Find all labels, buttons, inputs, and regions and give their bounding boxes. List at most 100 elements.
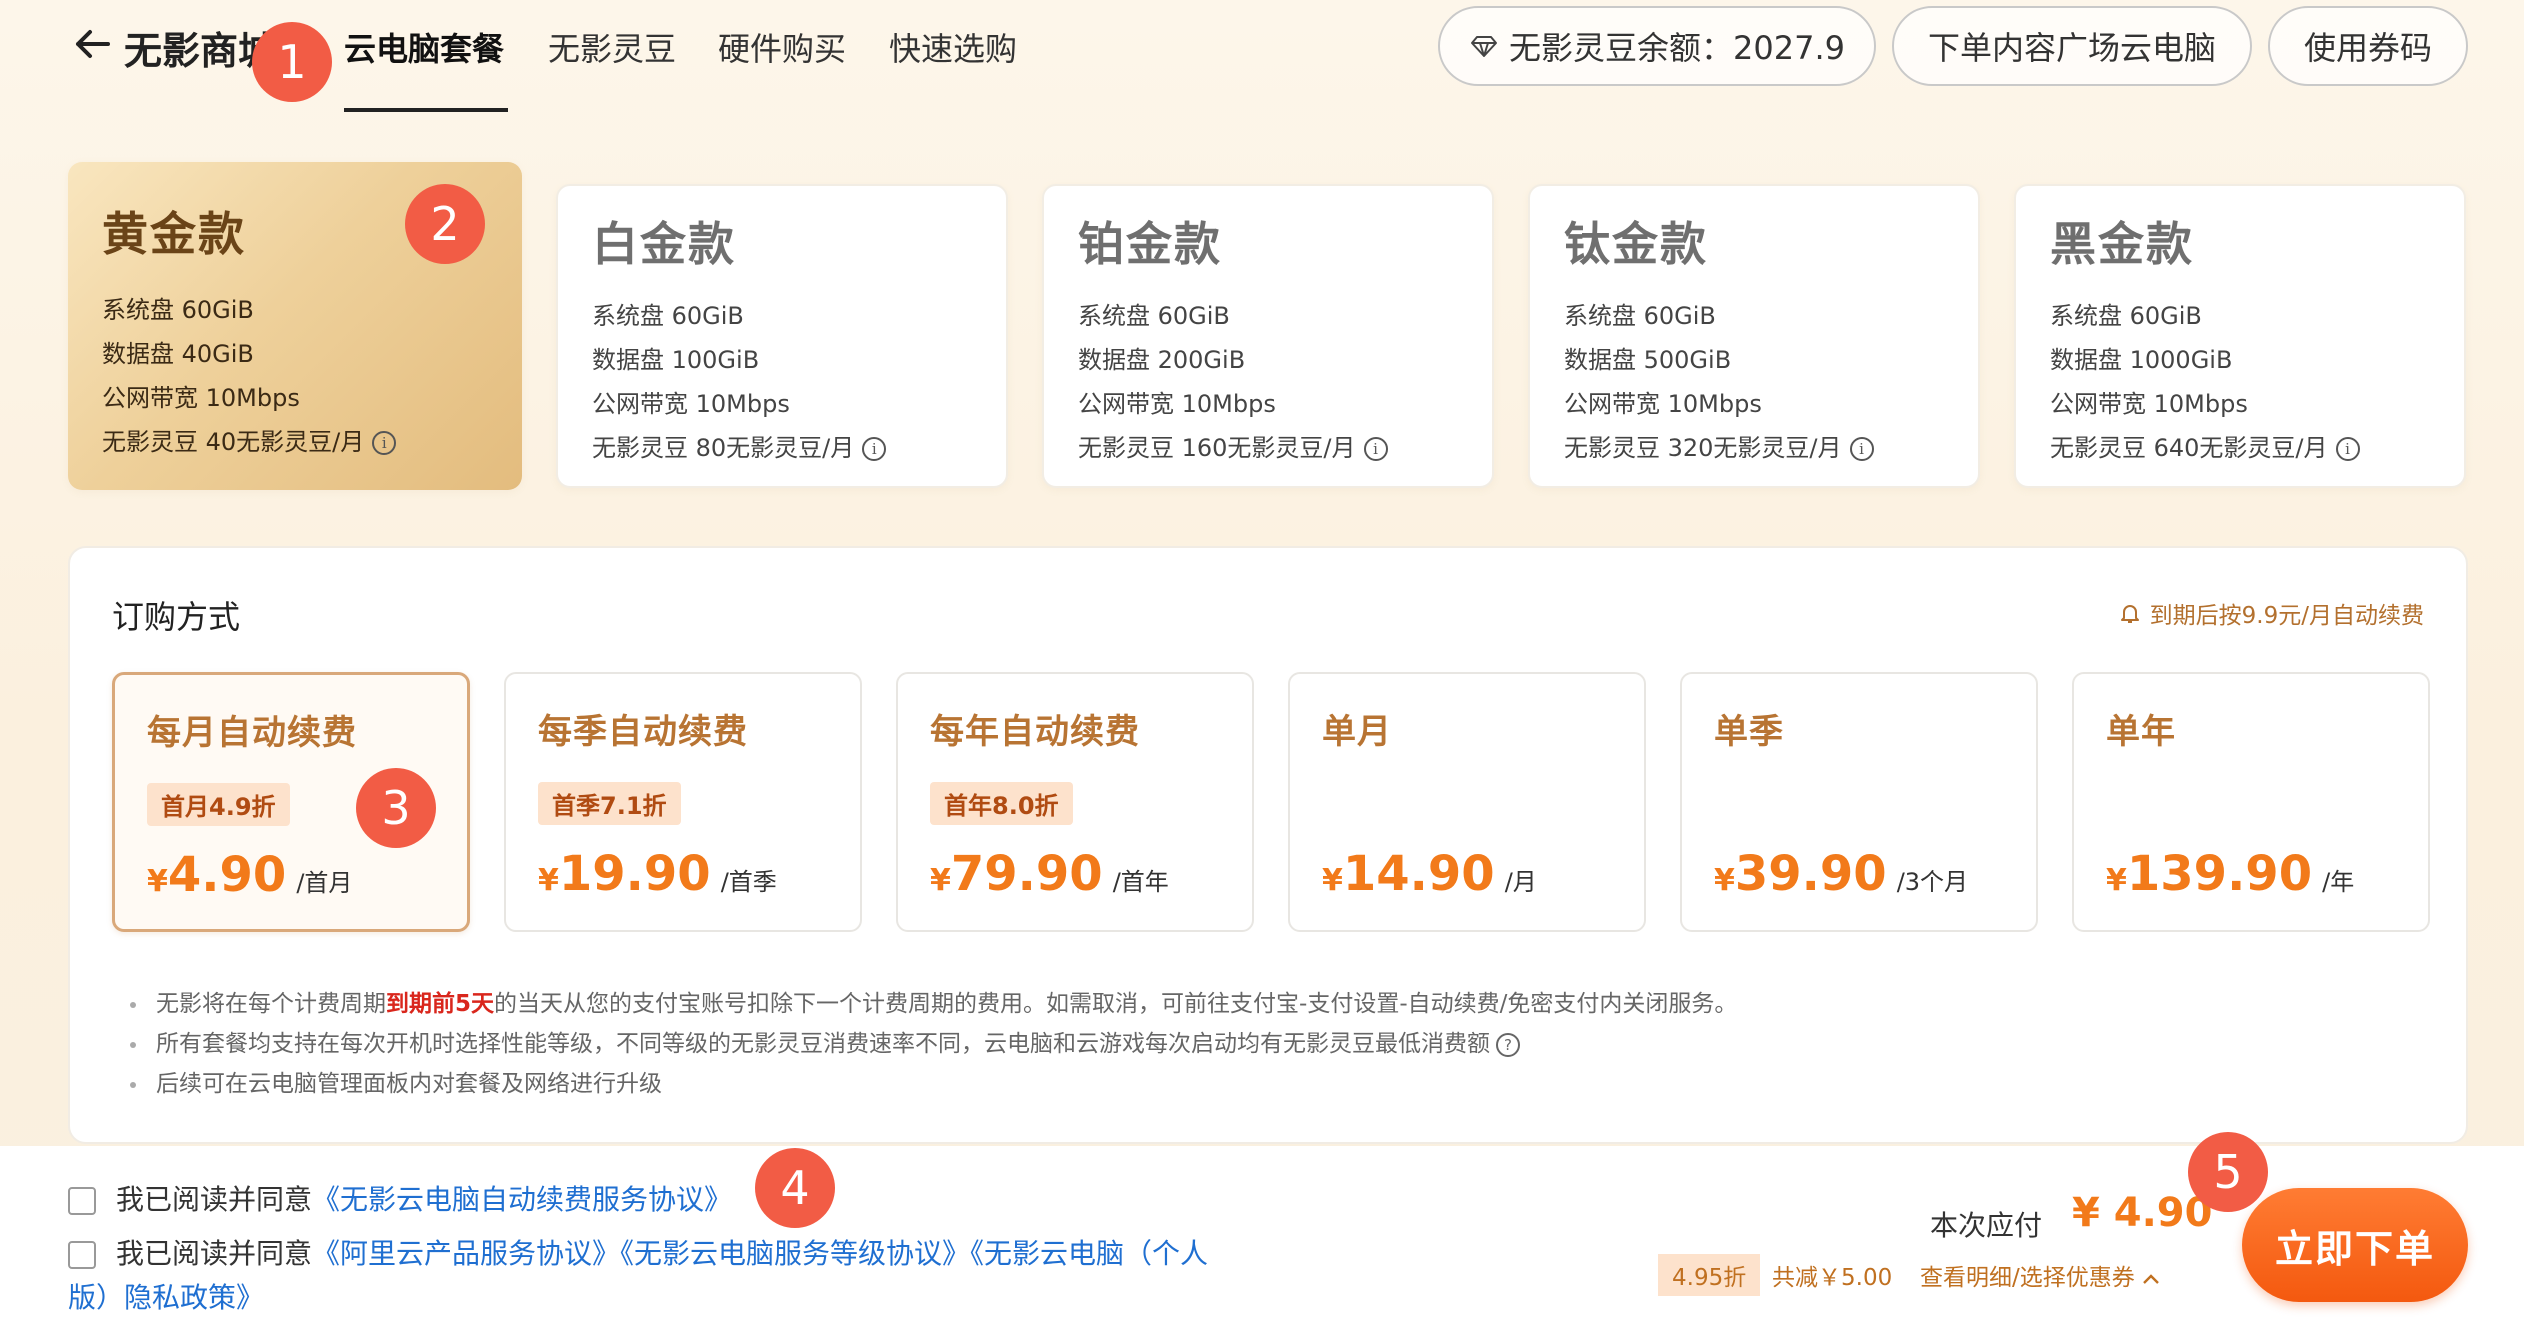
option-price: ¥4.90/首月 bbox=[147, 847, 352, 903]
bean-balance-pill[interactable]: 无影灵豆余额：2027.9 bbox=[1438, 6, 1876, 86]
price-value: 4.90 bbox=[167, 847, 287, 903]
subscription-panel: 订购方式 到期后按9.9元/月自动续费 每月自动续费 首月4.9折 ¥4.90/… bbox=[68, 546, 2468, 1144]
price-unit: /3个月 bbox=[1896, 868, 1969, 896]
tab-hardware-purchase[interactable]: 硬件购买 bbox=[718, 24, 846, 70]
currency-symbol: ¥ bbox=[147, 864, 168, 899]
auto-renew-text: 到期后按9.9元/月自动续费 bbox=[2149, 603, 2424, 629]
chevron-up-icon bbox=[2142, 1273, 2159, 1284]
auto-renew-agreement-link[interactable]: 《无影云电脑自动续费服务协议》 bbox=[312, 1183, 732, 1216]
option-price: ¥14.90/月 bbox=[1322, 846, 1537, 902]
plan-name: 黑金款 bbox=[2050, 217, 2194, 271]
amount-due-value: ¥ 4.90 bbox=[2072, 1190, 2213, 1236]
discount-tag: 首月4.9折 bbox=[147, 783, 290, 826]
step-badge-4: 4 bbox=[755, 1148, 835, 1228]
plan-beans-row: 无影灵豆 160无影灵豆/月 i bbox=[1078, 426, 1458, 470]
info-icon[interactable]: i bbox=[1849, 437, 1874, 461]
option-single-month[interactable]: 单月 ¥14.90/月 bbox=[1288, 672, 1646, 932]
plan-card-palladium[interactable]: 铂金款 系统盘 60GiB 数据盘 200GiB 公网带宽 10Mbps 无影灵… bbox=[1042, 184, 1494, 488]
currency-symbol: ¥ bbox=[930, 863, 951, 898]
note-text: 的当天从您的支付宝账号扣除下一个计费周期的费用。如需取消，可前往支付宝-支付设置… bbox=[494, 991, 1738, 1017]
currency-symbol: ¥ bbox=[538, 863, 559, 898]
currency-symbol: ¥ bbox=[1714, 863, 1735, 898]
agreement-row-2: 我已阅读并同意《阿里云产品服务协议》《无影云电脑服务等级协议》《无影云电脑（个人 bbox=[68, 1232, 1208, 1272]
price-unit: /年 bbox=[2322, 868, 2355, 896]
option-price: ¥19.90/首季 bbox=[538, 846, 777, 902]
option-single-quarter[interactable]: 单季 ¥39.90/3个月 bbox=[1680, 672, 2038, 932]
plan-name: 钛金款 bbox=[1564, 217, 1708, 271]
option-name: 单季 bbox=[1714, 712, 1784, 752]
plan-system-disk: 系统盘 60GiB bbox=[1564, 302, 1716, 330]
price-value: 79.90 bbox=[950, 846, 1103, 902]
plan-data-disk: 数据盘 40GiB bbox=[102, 340, 254, 368]
agree-checkbox-2[interactable] bbox=[68, 1241, 96, 1269]
plan-data-disk: 数据盘 1000GiB bbox=[2050, 346, 2233, 374]
note-text: 所有套餐均支持在每次开机时选择性能等级，不同等级的无影灵豆消费速率不同，云电脑和… bbox=[156, 1031, 1490, 1057]
price-detail-link[interactable]: 查看明细/选择优惠券 bbox=[1920, 1258, 2161, 1292]
option-quarterly-auto-renew[interactable]: 每季自动续费 首季7.1折 ¥19.90/首季 bbox=[504, 672, 862, 932]
billing-notes: 无影将在每个计费周期到期前5天的当天从您的支付宝账号扣除下一个计费周期的费用。如… bbox=[122, 984, 1737, 1104]
plan-data-disk: 数据盘 200GiB bbox=[1078, 346, 1246, 374]
plan-name: 白金款 bbox=[592, 217, 736, 271]
tab-quick-select[interactable]: 快速选购 bbox=[889, 24, 1017, 70]
tab-wuying-beans[interactable]: 无影灵豆 bbox=[548, 24, 676, 70]
plan-name: 铂金款 bbox=[1078, 217, 1222, 271]
agree-checkbox-1[interactable] bbox=[68, 1187, 96, 1215]
info-icon[interactable]: i bbox=[2335, 437, 2360, 461]
option-name: 单月 bbox=[1322, 712, 1392, 752]
privacy-policy-link[interactable]: 版）隐私政策》 bbox=[68, 1276, 264, 1316]
subscription-title: 订购方式 bbox=[112, 598, 241, 636]
service-agreements-link[interactable]: 《阿里云产品服务协议》《无影云电脑服务等级协议》《无影云电脑（个人 bbox=[312, 1237, 1208, 1270]
bell-icon bbox=[2120, 605, 2139, 623]
top-navigation: 无影商城 云电脑套餐 无影灵豆 硬件购买 快速选购 无影灵豆余额：2027.9 … bbox=[0, 0, 2524, 115]
savings-note: 共减￥5.00 bbox=[1772, 1265, 1893, 1291]
plan-bandwidth: 公网带宽 10Mbps bbox=[2050, 390, 2248, 418]
plan-system-disk: 系统盘 60GiB bbox=[102, 296, 254, 324]
plan-card-titanium[interactable]: 钛金款 系统盘 60GiB 数据盘 500GiB 公网带宽 10Mbps 无影灵… bbox=[1528, 184, 1980, 488]
note-text: 无影将在每个计费周期 bbox=[156, 991, 386, 1017]
option-price: ¥139.90/年 bbox=[2106, 846, 2354, 902]
plan-system-disk: 系统盘 60GiB bbox=[592, 302, 744, 330]
plan-beans: 无影灵豆 40无影灵豆/月 bbox=[102, 428, 365, 456]
info-icon[interactable]: i bbox=[862, 437, 887, 461]
currency-symbol: ¥ bbox=[1322, 863, 1343, 898]
price-value: 14.90 bbox=[1342, 846, 1495, 902]
plan-card-black-gold[interactable]: 黑金款 系统盘 60GiB 数据盘 1000GiB 公网带宽 10Mbps 无影… bbox=[2014, 184, 2466, 488]
note-upgrade: 后续可在云电脑管理面板内对套餐及网络进行升级 bbox=[122, 1064, 1737, 1104]
step-badge-3: 3 bbox=[356, 768, 436, 848]
plan-bandwidth: 公网带宽 10Mbps bbox=[1078, 390, 1276, 418]
back-arrow-icon[interactable] bbox=[70, 22, 114, 66]
plan-bandwidth: 公网带宽 10Mbps bbox=[102, 384, 300, 412]
content-plaza-order-button[interactable]: 下单内容广场云电脑 bbox=[1892, 6, 2252, 86]
plan-data-disk: 数据盘 100GiB bbox=[592, 346, 760, 374]
bean-balance-label: 无影灵豆余额：2027.9 bbox=[1509, 29, 1845, 67]
info-icon[interactable]: i bbox=[1363, 437, 1388, 461]
option-name: 单年 bbox=[2106, 712, 2176, 752]
plan-card-platinum[interactable]: 白金款 系统盘 60GiB 数据盘 100GiB 公网带宽 10Mbps 无影灵… bbox=[556, 184, 1008, 488]
active-tab-indicator bbox=[344, 108, 508, 112]
option-name: 每季自动续费 bbox=[538, 712, 748, 752]
option-single-year[interactable]: 单年 ¥139.90/年 bbox=[2072, 672, 2430, 932]
option-yearly-auto-renew[interactable]: 每年自动续费 首年8.0折 ¥79.90/首年 bbox=[896, 672, 1254, 932]
price-value: 39.90 bbox=[1734, 846, 1887, 902]
tab-cloud-pc-plans[interactable]: 云电脑套餐 bbox=[344, 24, 504, 70]
step-badge-2: 2 bbox=[405, 184, 485, 264]
info-icon[interactable]: i bbox=[372, 431, 397, 455]
note-auto-deduct: 无影将在每个计费周期到期前5天的当天从您的支付宝账号扣除下一个计费周期的费用。如… bbox=[122, 984, 1737, 1024]
option-price: ¥39.90/3个月 bbox=[1714, 846, 1968, 902]
plan-beans: 无影灵豆 320无影灵豆/月 bbox=[1564, 434, 1842, 462]
agree-prefix: 我已阅读并同意 bbox=[116, 1237, 313, 1270]
place-order-button[interactable]: 立即下单 bbox=[2242, 1188, 2468, 1302]
plan-beans-row: 无影灵豆 40无影灵豆/月 i bbox=[102, 420, 488, 464]
use-coupon-code-button[interactable]: 使用券码 bbox=[2268, 6, 2468, 86]
help-icon[interactable]: ? bbox=[1496, 1032, 1520, 1057]
agree-prefix: 我已阅读并同意 bbox=[116, 1183, 313, 1216]
checkout-footer: 我已阅读并同意《无影云电脑自动续费服务协议》 我已阅读并同意《阿里云产品服务协议… bbox=[0, 1146, 2524, 1334]
plan-system-disk: 系统盘 60GiB bbox=[1078, 302, 1230, 330]
plan-bandwidth: 公网带宽 10Mbps bbox=[1564, 390, 1762, 418]
plan-beans-row: 无影灵豆 80无影灵豆/月 i bbox=[592, 426, 972, 470]
price-value: 139.90 bbox=[2126, 846, 2313, 902]
plan-beans-row: 无影灵豆 320无影灵豆/月 i bbox=[1564, 426, 1944, 470]
note-highlight: 到期前5天 bbox=[386, 991, 495, 1017]
amount-due-label: 本次应付 bbox=[1930, 1209, 2043, 1242]
step-badge-1: 1 bbox=[252, 22, 332, 102]
